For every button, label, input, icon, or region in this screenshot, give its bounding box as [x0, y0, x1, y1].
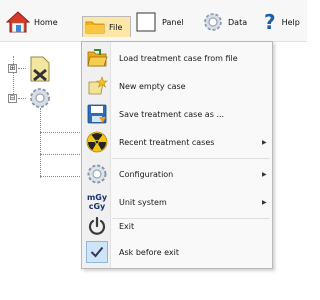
main-toolbar: Home File Panel Data ? Help [0, 0, 307, 42]
help-button[interactable]: ? Help [264, 10, 300, 34]
menu-item-label: Unit system [119, 197, 167, 207]
panel-icon [136, 12, 156, 32]
data-button[interactable]: Data [202, 10, 247, 34]
menu-item-label: Save treatment case as ... [119, 109, 225, 119]
submenu-arrow-icon: ▶ [262, 170, 267, 178]
check-icon [86, 241, 108, 263]
menu-item-label: Load treatment case from file [119, 53, 238, 63]
submenu-arrow-icon: ▶ [262, 138, 267, 146]
menu-item-save-case[interactable]: Save treatment case as ... [82, 100, 272, 128]
submenu-arrow-icon: ▶ [262, 198, 267, 206]
power-icon [86, 215, 108, 237]
panel-label: Panel [162, 17, 184, 27]
menu-item-label: Exit [119, 221, 135, 231]
gear-icon [86, 163, 108, 185]
help-label: Help [281, 17, 300, 27]
mgy-cgy-icon: mGy cGy [86, 193, 108, 211]
menu-item-configuration[interactable]: Configuration ▶ [82, 160, 272, 188]
save-icon [86, 103, 108, 125]
radiation-icon [86, 131, 108, 153]
folder-open-icon [86, 47, 108, 69]
menu-item-label: Ask before exit [119, 247, 179, 257]
tree-collapse-toggle[interactable]: ⊟ [8, 94, 17, 103]
data-label: Data [228, 17, 248, 27]
file-menu-button[interactable]: File [82, 16, 132, 37]
checked-indicator [86, 241, 108, 263]
menu-item-label: Recent treatment cases [119, 137, 215, 147]
case-tree: ⊞ ⊟ [0, 42, 86, 182]
home-icon [6, 11, 30, 33]
panel-button[interactable]: Panel [136, 10, 184, 34]
menu-item-ask-before-exit[interactable]: Ask before exit [82, 238, 272, 266]
case-document-icon[interactable] [28, 56, 52, 82]
menu-separator [112, 158, 270, 159]
tree-expand-toggle[interactable]: ⊞ [8, 64, 17, 73]
home-label: Home [34, 17, 58, 27]
menu-item-new-case[interactable]: New empty case [82, 72, 272, 100]
configuration-node-icon[interactable] [28, 86, 52, 110]
help-icon: ? [264, 10, 276, 34]
gear-icon [204, 13, 222, 31]
menu-item-label: New empty case [119, 81, 186, 91]
menu-item-load-case[interactable]: Load treatment case from file [82, 44, 272, 72]
menu-item-exit[interactable]: Exit [82, 212, 272, 240]
menu-item-recent-cases[interactable]: Recent treatment cases ▶ [82, 128, 272, 156]
home-button[interactable]: Home [6, 10, 58, 34]
file-dropdown-menu: Load treatment case from file New empty … [81, 41, 273, 269]
new-case-icon [86, 75, 108, 97]
folder-icon [85, 21, 105, 34]
menu-item-label: Configuration [119, 169, 174, 179]
file-label: File [109, 22, 123, 32]
